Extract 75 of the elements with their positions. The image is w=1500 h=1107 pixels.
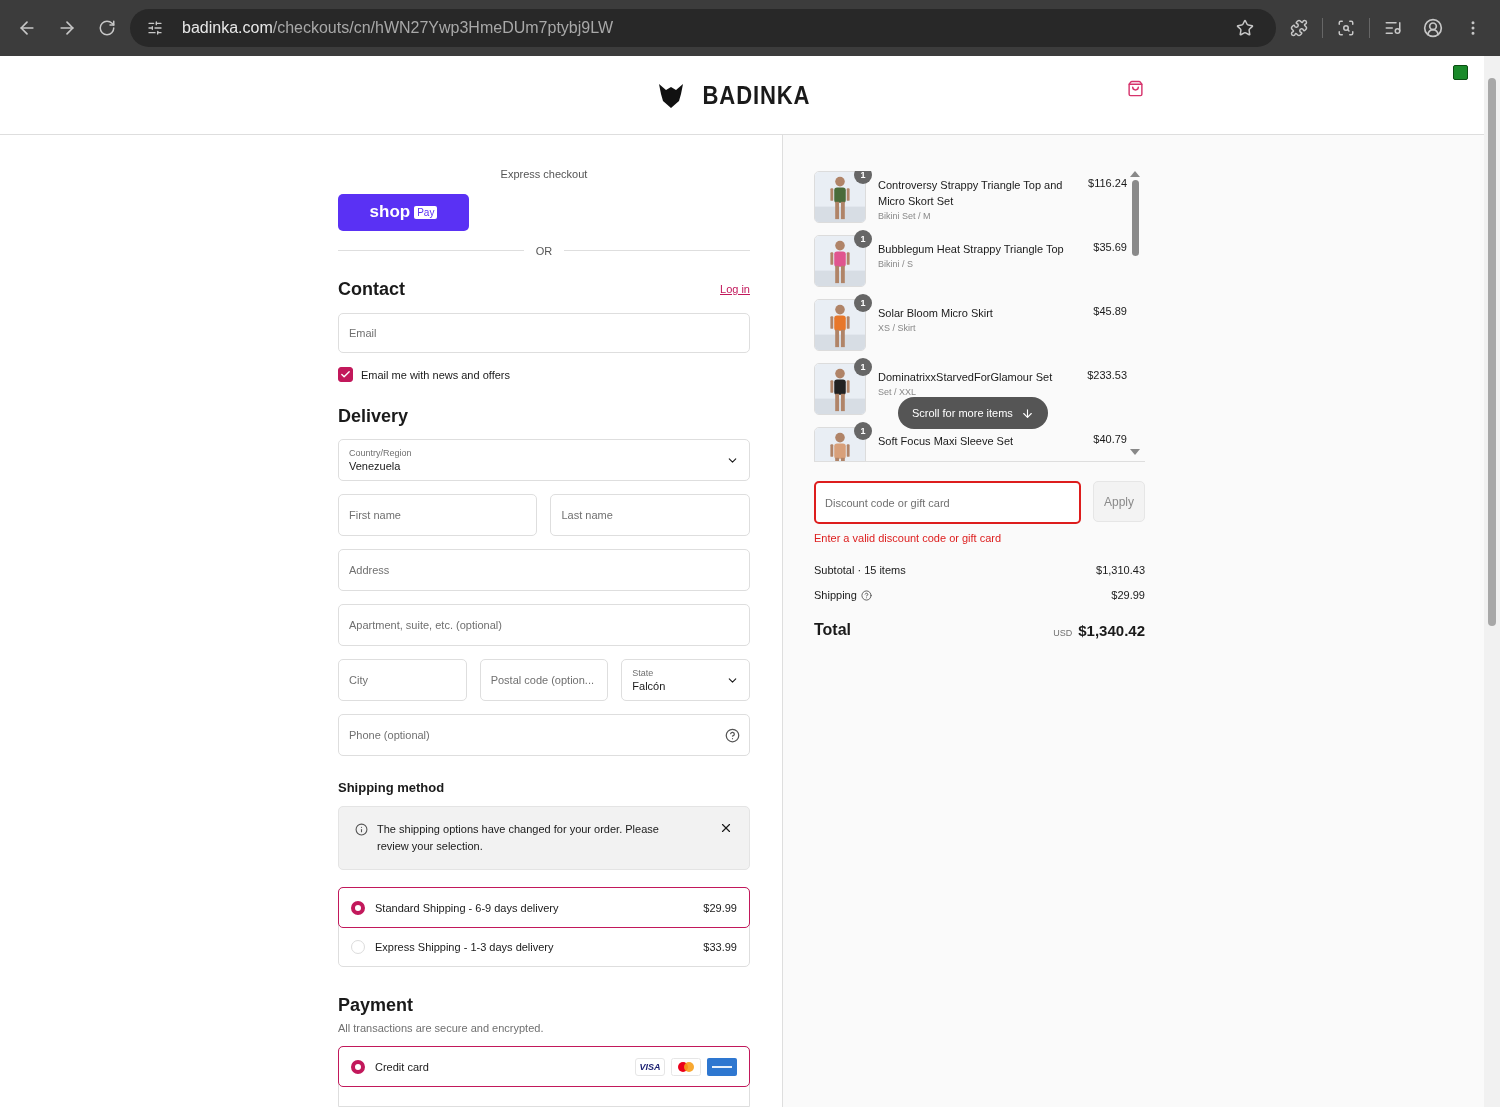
card-brand-icon [671,1057,701,1076]
shipping-value: $29.99 [1111,589,1145,601]
notice-text: The shipping options have changed for your order. Please review your selection. [377,822,660,854]
input-field[interactable]: First name [338,494,538,536]
close-icon[interactable] [719,821,733,835]
product-name: Bubblegum Heat Strappy Triangle Top [878,242,1065,257]
checkbox-label: Email me with news and offers [361,368,510,381]
product-name: DominatrixxStarvedForGlamour Set [878,370,1054,385]
address-bar[interactable]: badinka.com/checkouts/cn/hWN27Ywp3HmeDUm7ptybj9LW [130,9,1276,47]
section-title: Contact [338,278,405,300]
card-brand-logo: VISA [635,1057,665,1076]
product-price: $116.24 [1088,176,1127,189]
input-field[interactable]: Phone (optional) [338,714,750,756]
section-title: Delivery [338,406,409,427]
quantity-badge: 1 [854,171,872,184]
shipping-option[interactable]: Express Shipping - 1-3 days delivery $33.99 [338,926,750,967]
express-checkout-label: Express checkout [499,168,589,180]
discount-field[interactable]: Discount code or gift card [814,481,1081,524]
logo-text[interactable]: BADINKA [702,79,810,111]
or-divider-text: OR [535,244,553,257]
checkbox[interactable] [338,367,353,382]
input-field[interactable]: Last name [550,494,750,536]
check-icon [340,369,351,380]
input-field[interactable]: City [338,659,467,701]
payment-option[interactable]: Credit card VISA [338,1046,750,1087]
shipping-option[interactable]: Standard Shipping - 6-9 days delivery $29.99 [338,887,750,928]
product-variant: Bikini Set / M [878,211,932,221]
logo-icon [656,81,685,109]
status-square-icon [1453,65,1468,80]
product-variant: Set / XXL [878,387,918,397]
subtotal-value: $1,310.43 [1096,564,1145,576]
quantity-badge: 1 [854,230,872,248]
product-name: Solar Bloom Micro Skirt [878,306,994,321]
scroll-down-icon[interactable] [1130,449,1140,455]
input-field[interactable]: Address [338,549,750,591]
radio-button[interactable] [351,1059,365,1074]
product-price: $45.89 [1093,304,1127,317]
radio-button[interactable] [351,900,365,915]
cart-bag-icon[interactable] [1127,80,1144,97]
scroll-up-icon[interactable] [1130,171,1140,177]
quantity-badge: 1 [854,294,872,312]
section-subtitle: All transactions are secure and encrypted. [338,1022,545,1034]
shipping-label: Shipping [814,589,857,601]
email-field[interactable]: Email [338,312,750,353]
page-scrollbar[interactable] [1484,56,1500,1107]
section-title: Shipping method [338,780,445,795]
shop-pay-button[interactable]: shop Pay [338,194,469,231]
help-icon[interactable] [725,727,740,743]
select-field[interactable]: State Falcón [621,659,750,701]
info-icon [355,823,368,836]
login-link[interactable]: Log in [720,283,750,296]
arrow-down-icon [1020,406,1034,420]
product-variant: XS / Skirt [878,323,917,333]
input-field[interactable]: Postal code (option... [479,659,609,701]
error-message: Enter a valid discount code or gift card [814,532,1003,544]
select-field[interactable]: Country/Region Venezuela [338,439,750,481]
card-brand-icon [707,1057,737,1076]
product-name: Soft Focus Maxi Sleeve Set [878,434,1015,449]
help-icon[interactable] [860,589,872,601]
scrollbar-thumb[interactable] [1131,180,1139,256]
section-title: Payment [338,995,414,1016]
input-field[interactable]: Apartment, suite, etc. (optional) [338,604,750,646]
subtotal-label: Subtotal · 15 items [814,564,906,576]
scroll-hint-button[interactable]: Scroll for more items [898,397,1048,429]
quantity-badge: 1 [854,422,872,440]
product-price: $40.79 [1093,432,1127,445]
product-price: $233.53 [1087,368,1127,381]
total-value: $1,340.42 [1078,621,1145,639]
scrollbar-thumb[interactable] [1488,78,1496,626]
product-name: Controversy Strappy Triangle Top and Micro Skort Set [878,178,1064,209]
product-variant: Bikini / S [878,259,914,269]
currency-code: USD [1053,627,1073,638]
product-price: $35.69 [1093,240,1127,253]
total-label: Total [814,621,852,639]
quantity-badge: 1 [854,358,872,376]
